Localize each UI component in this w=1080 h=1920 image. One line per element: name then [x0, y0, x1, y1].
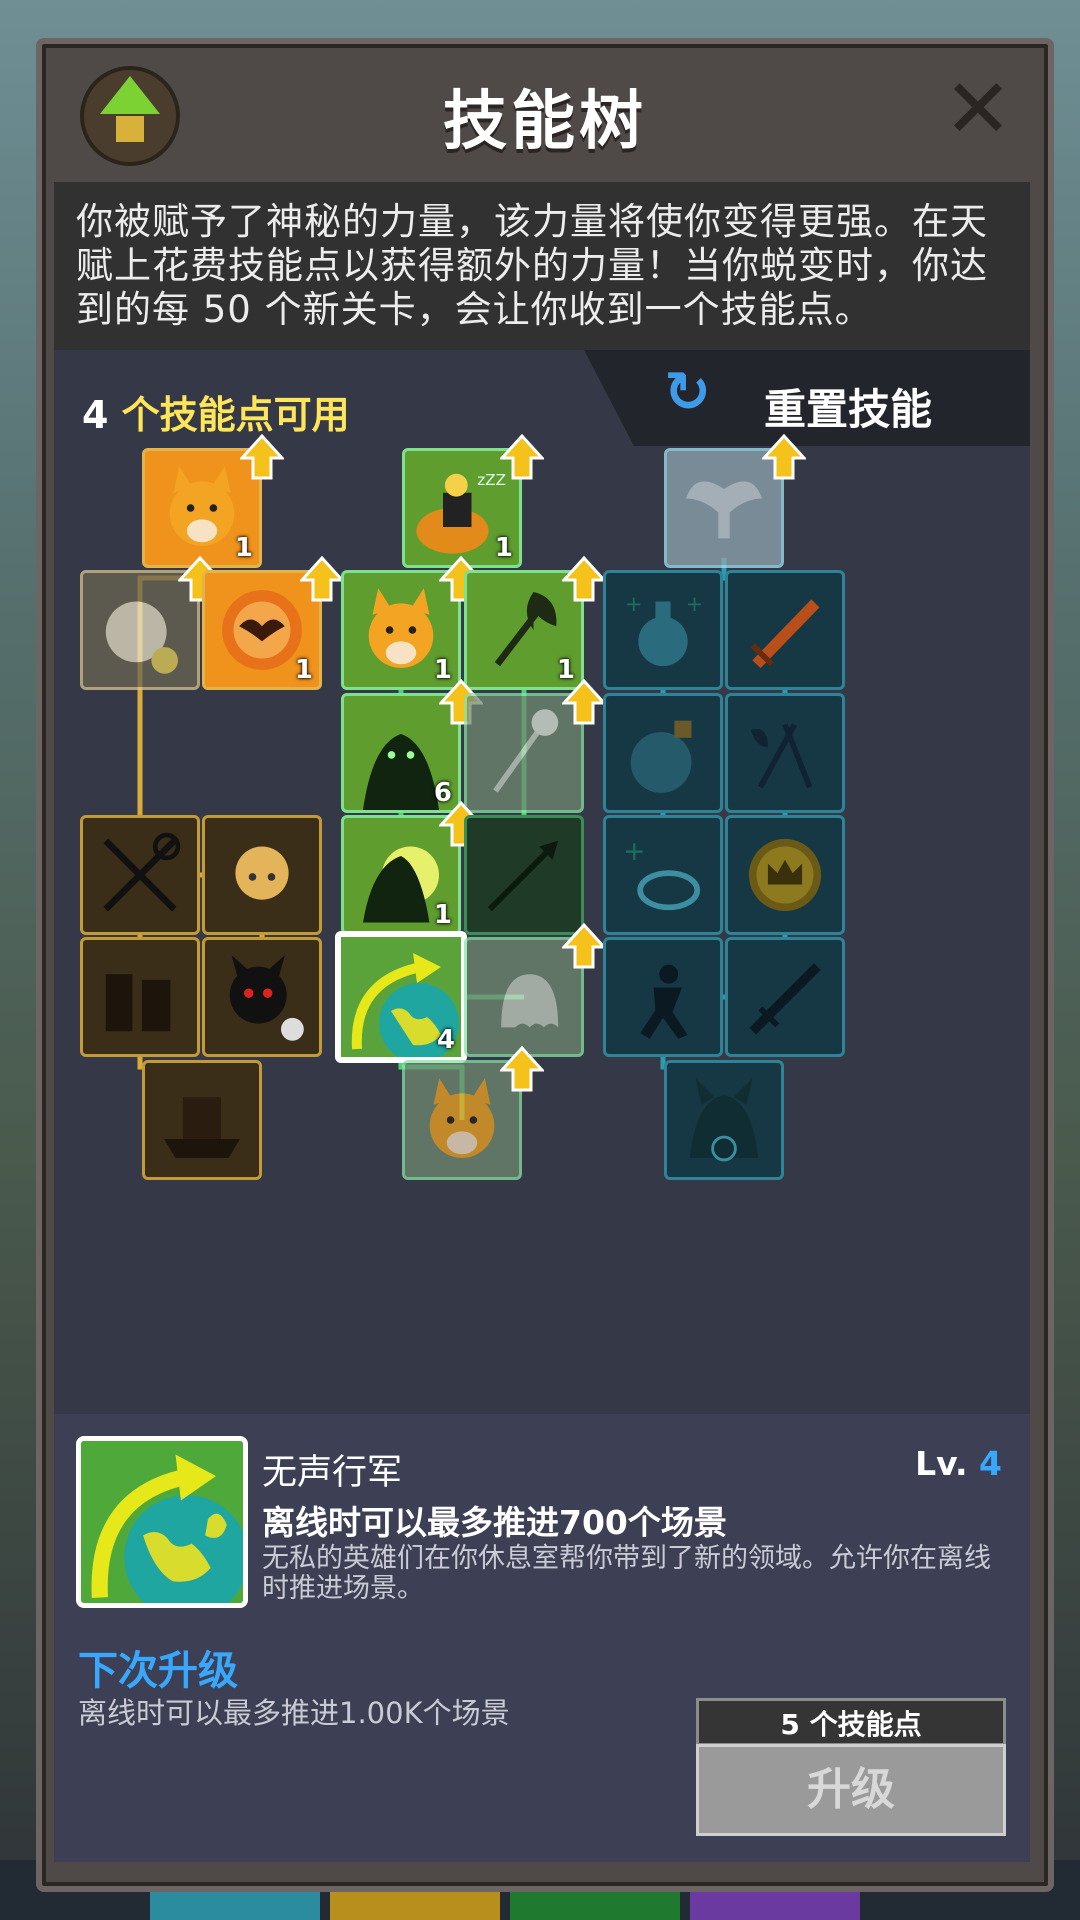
upgrade-arrow-icon	[300, 556, 344, 602]
heroes-icon	[105, 974, 171, 1032]
skill-detail: 无声行军 Lv. 4 离线时可以最多推进700个场景 无私的英雄们在你休息室帮你…	[54, 1414, 1030, 1862]
level-prefix: Lv.	[915, 1444, 980, 1483]
werewolf-icon	[689, 1078, 759, 1162]
upgrade-box: 5 个技能点 升级	[696, 1698, 1006, 1836]
panel-header: 技能树 ✕	[42, 44, 1048, 176]
skill-node-c7[interactable]	[725, 815, 845, 935]
skill-node-c3[interactable]	[725, 570, 845, 690]
skill-tree-panel: 技能树 ✕ 你被赋予了神秘的力量，该力量将使你变得更强。在天赋上花费技能点以获得…	[36, 38, 1054, 1892]
svg-text:+: +	[623, 836, 645, 867]
skill-node-c6[interactable]: +	[603, 815, 723, 935]
arrow-icon	[487, 840, 559, 912]
skill-node-level: 1	[234, 533, 253, 563]
next-upgrade-title: 下次升级	[78, 1648, 238, 1694]
skill-node-c8[interactable]	[603, 937, 723, 1057]
skill-node-level: 1	[433, 900, 452, 930]
skill-node-c10[interactable]	[664, 1060, 784, 1180]
skill-description: 无私的英雄们在你休息室帮你带到了新的领域。允许你在离线时推进场景。	[262, 1543, 991, 1604]
fire-sword-icon	[750, 599, 820, 669]
skill-node-c5[interactable]	[725, 693, 845, 813]
skill-node-c4[interactable]	[603, 693, 723, 813]
skill-effect: 离线时可以最多推进700个场景	[262, 1503, 727, 1542]
ship-icon	[164, 1097, 240, 1158]
skill-level: Lv. 4	[915, 1444, 1002, 1483]
upgrade-arrow-icon	[762, 434, 806, 480]
skill-node-level: 4	[436, 1025, 455, 1055]
crossed-weapons-icon	[103, 832, 181, 912]
skill-node-m7[interactable]	[464, 815, 584, 935]
upgrade-arrow-icon	[562, 923, 606, 969]
upgrade-arrow-icon	[500, 434, 544, 480]
heal-ring-icon: +	[623, 836, 701, 911]
next-upgrade-text: 离线时可以最多推进1.00K个场景	[78, 1696, 510, 1730]
upgrade-cost: 5 个技能点	[696, 1698, 1006, 1746]
potion-icon: + +	[625, 592, 704, 667]
upgrade-arrow-icon	[562, 679, 606, 725]
demon-clock-icon	[229, 955, 304, 1041]
runner-icon	[640, 964, 688, 1039]
lightning-sword-icon	[749, 963, 821, 1035]
close-icon[interactable]: ✕	[942, 69, 1014, 151]
skill-node-level: 1	[494, 533, 513, 563]
skill-node-g6[interactable]	[80, 937, 200, 1057]
level-value: 4	[979, 1444, 1002, 1483]
crown-coin-icon	[748, 838, 822, 912]
skill-node-g4[interactable]	[80, 815, 200, 935]
skill-node-c9[interactable]	[725, 937, 845, 1057]
skill-node-m8[interactable]: 4	[335, 931, 467, 1063]
upgrade-arrow-icon	[500, 1046, 544, 1092]
skill-node-g7[interactable]	[202, 937, 322, 1057]
bomb-icon	[630, 720, 692, 793]
selected-skill-icon	[76, 1436, 248, 1608]
page-title: 技能树	[443, 85, 647, 159]
svg-text:+: +	[625, 592, 643, 616]
skill-tree-area: 4 个技能点可用 ↻ 重置技能 1 1 zZZ 1 1 1 6 1 4 + + +	[54, 350, 1030, 1414]
skill-node-level: 1	[294, 655, 313, 685]
fairy-icon	[235, 846, 289, 900]
skill-name: 无声行军	[262, 1453, 403, 1493]
weapons-icon	[750, 723, 813, 789]
skill-tree-description: 你被赋予了神秘的力量，该力量将使你变得更强。在天赋上花费技能点以获得额外的力量！…	[54, 182, 1030, 362]
upgrade-arrow-icon	[240, 434, 284, 480]
upgrade-button[interactable]: 升级	[696, 1744, 1006, 1836]
skill-node-c2[interactable]: + +	[603, 570, 723, 690]
upgrade-arrow-icon	[562, 556, 606, 602]
skill-node-g8[interactable]	[142, 1060, 262, 1180]
skill-node-g5[interactable]	[202, 815, 322, 935]
svg-text:+: +	[686, 592, 704, 616]
